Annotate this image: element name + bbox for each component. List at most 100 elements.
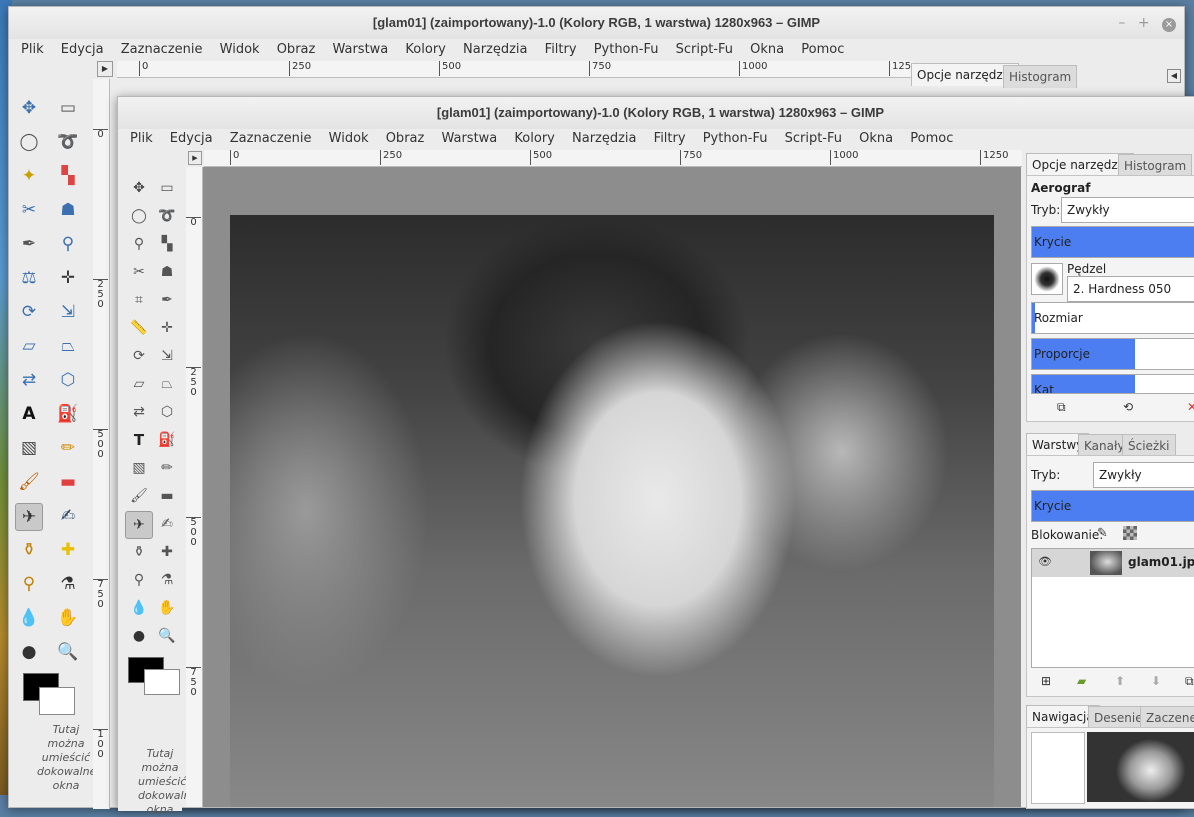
ruler-corner-icon[interactable]: ▶	[97, 61, 113, 77]
ellipse-select-icon[interactable]: ◯	[126, 203, 152, 229]
perspective-clone-icon[interactable]: ⚲	[126, 567, 152, 593]
canvas-area[interactable]	[203, 167, 1021, 807]
eraser-icon[interactable]: ▬	[154, 483, 180, 509]
menu-obraz[interactable]: Obraz	[386, 131, 425, 146]
zoom-icon[interactable]: 🔍	[154, 623, 180, 649]
lasso-icon[interactable]: ➰	[154, 203, 180, 229]
rotate-icon[interactable]: ⟳	[126, 343, 152, 369]
menu-plik[interactable]: Plik	[21, 42, 44, 57]
menu-python-fu[interactable]: Python-Fu	[594, 42, 659, 57]
menu-widok[interactable]: Widok	[220, 42, 260, 57]
menu-zaznaczenie[interactable]: Zaznaczenie	[230, 131, 312, 146]
tab-histogram[interactable]: Histogram	[1118, 154, 1193, 177]
angle-slider[interactable]: Kąt	[1031, 374, 1194, 394]
rect-select-icon[interactable]: ▭	[154, 175, 180, 201]
color-picker-icon[interactable]: ⚲	[55, 231, 81, 257]
layer-row[interactable]: 👁 glam01.jpg	[1032, 549, 1194, 577]
ellipse-select-icon[interactable]: ◯	[16, 129, 42, 155]
dock-menu-icon[interactable]: ◀	[1167, 69, 1181, 83]
menu-kolory[interactable]: Kolory	[514, 131, 554, 146]
foreground-select-icon[interactable]: ☗	[154, 259, 180, 285]
lock-pixels-icon[interactable]: ✎	[1097, 526, 1108, 541]
paths-icon[interactable]: ✒	[154, 287, 180, 313]
layers-opacity-slider[interactable]: Krycie	[1031, 490, 1194, 522]
paintbrush-icon[interactable]: 🖌	[16, 469, 42, 495]
text-tool-icon[interactable]: A	[16, 401, 42, 427]
fuzzy-select-icon[interactable]: ⚲	[126, 231, 152, 257]
new-group-icon[interactable]: ▰	[1077, 674, 1086, 688]
eraser-icon[interactable]: ▬	[55, 469, 81, 495]
background-color-swatch[interactable]	[144, 669, 180, 695]
scale-icon[interactable]: ⇲	[55, 299, 81, 325]
menu-pomoc[interactable]: Pomoc	[801, 42, 844, 57]
tab-selection-editor[interactable]: Zaczener	[1140, 706, 1194, 729]
maximize-icon[interactable]: +	[1138, 15, 1150, 31]
opacity-slider[interactable]: Krycie	[1031, 226, 1194, 258]
burn-icon[interactable]: ●	[16, 639, 42, 665]
foreground-select-icon[interactable]: ☗	[55, 197, 81, 223]
brush-select[interactable]: 2. Hardness 050	[1067, 276, 1194, 302]
zoom-icon[interactable]: 🔍	[55, 639, 81, 665]
smudge-icon[interactable]: 💧	[16, 605, 42, 631]
clone-icon[interactable]: ⚱	[16, 537, 42, 563]
menu-zaznaczenie[interactable]: Zaznaczenie	[121, 42, 203, 57]
heal-icon[interactable]: ✚	[154, 539, 180, 565]
menu-script-fu[interactable]: Script-Fu	[785, 131, 842, 146]
dodge-icon[interactable]: ✋	[154, 595, 180, 621]
lasso-icon[interactable]: ➰	[55, 129, 81, 155]
menu-obraz[interactable]: Obraz	[277, 42, 316, 57]
tab-paths[interactable]: Ścieżki	[1122, 434, 1176, 457]
aspect-slider[interactable]: Proporcje	[1031, 338, 1194, 370]
visibility-eye-icon[interactable]: 👁	[1038, 555, 1052, 568]
menu-pomoc[interactable]: Pomoc	[910, 131, 953, 146]
navigation-preview[interactable]	[1031, 732, 1085, 804]
perspective-clone-icon[interactable]: ⚲	[16, 571, 42, 597]
move-tool-icon[interactable]: ✥	[126, 175, 152, 201]
duplicate-layer-icon[interactable]: ⧉	[1185, 674, 1194, 689]
menu-okna[interactable]: Okna	[750, 42, 784, 57]
dodge-icon[interactable]: ✋	[55, 605, 81, 631]
mode-select[interactable]: Zwykły	[1061, 197, 1194, 223]
cage-icon[interactable]: ⬡	[154, 399, 180, 425]
paintbrush-icon[interactable]: 🖌	[126, 483, 152, 509]
ruler-corner-icon[interactable]: ▶	[188, 151, 202, 165]
menu-edycja[interactable]: Edycja	[61, 42, 104, 57]
flip-icon[interactable]: ⇄	[126, 399, 152, 425]
ink-icon[interactable]: ✍	[55, 503, 81, 529]
blur-icon[interactable]: ⚗	[55, 571, 81, 597]
move-tool-icon[interactable]: ✥	[16, 95, 42, 121]
lock-alpha-icon[interactable]	[1123, 526, 1137, 540]
menu-python-fu[interactable]: Python-Fu	[703, 131, 768, 146]
flip-icon[interactable]: ⇄	[16, 367, 42, 393]
new-layer-icon[interactable]: ⊞	[1041, 674, 1051, 688]
perspective-icon[interactable]: ⏢	[154, 371, 180, 397]
menu-filtry[interactable]: Filtry	[545, 42, 577, 57]
menu-script-fu[interactable]: Script-Fu	[676, 42, 733, 57]
raise-layer-icon[interactable]: ⬆	[1115, 674, 1125, 688]
smudge-icon[interactable]: 💧	[126, 595, 152, 621]
menu-kolory[interactable]: Kolory	[405, 42, 445, 57]
airbrush-icon[interactable]: ✈	[125, 511, 153, 539]
menu-filtry[interactable]: Filtry	[654, 131, 686, 146]
burn-icon[interactable]: ●	[126, 623, 152, 649]
bucket-fill-icon[interactable]: ⛽	[154, 427, 180, 453]
text-tool-icon[interactable]: T	[126, 427, 152, 453]
bucket-fill-icon[interactable]: ⛽	[55, 401, 81, 427]
cage-icon[interactable]: ⬡	[55, 367, 81, 393]
restore-options-icon[interactable]: ⟲	[1123, 400, 1133, 414]
navigation-thumbnail[interactable]	[1087, 732, 1194, 802]
align-icon[interactable]: ✛	[55, 265, 81, 291]
blend-icon[interactable]: ▧	[126, 455, 152, 481]
menu-edycja[interactable]: Edycja	[170, 131, 213, 146]
layer-name[interactable]: glam01.jpg	[1128, 555, 1194, 569]
blend-icon[interactable]: ▧	[16, 435, 42, 461]
clone-icon[interactable]: ⚱	[126, 539, 152, 565]
shear-icon[interactable]: ▱	[16, 333, 42, 359]
menu-narzedzia[interactable]: Narzędzia	[463, 42, 528, 57]
tab-histogram[interactable]: Histogram	[1003, 65, 1078, 88]
menu-narzedzia[interactable]: Narzędzia	[572, 131, 637, 146]
scale-icon[interactable]: ⇲	[154, 343, 180, 369]
fuzzy-select-icon[interactable]: ✦	[16, 163, 42, 189]
menu-plik[interactable]: Plik	[130, 131, 153, 146]
align-icon[interactable]: ✛	[154, 315, 180, 341]
